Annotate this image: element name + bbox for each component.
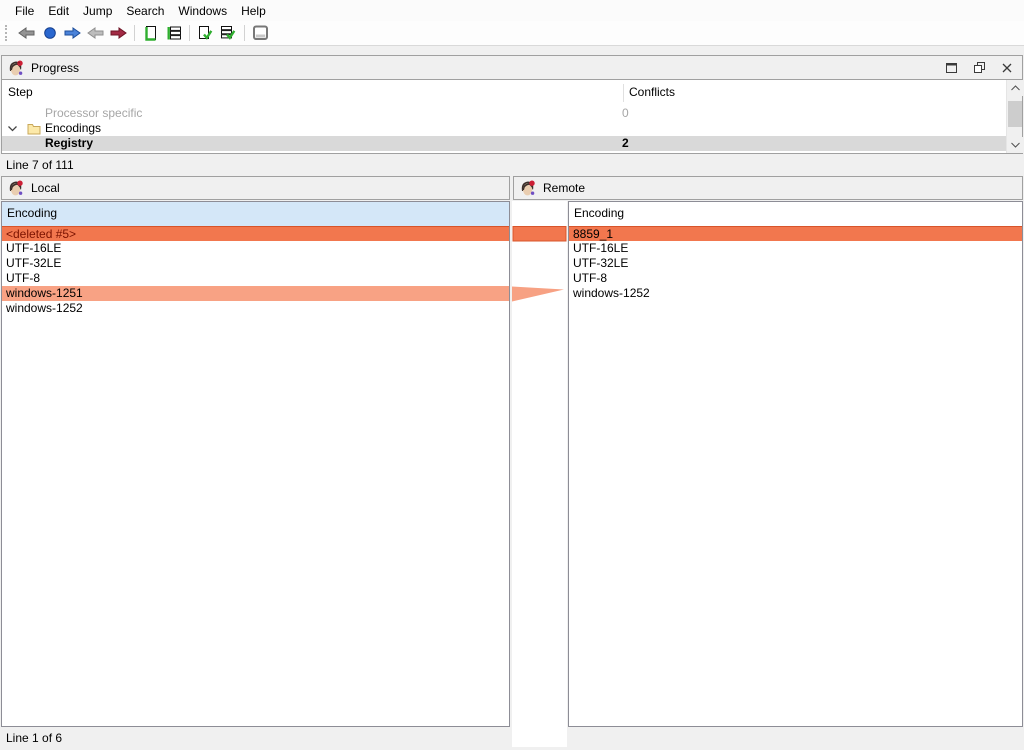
- app-face-icon: [8, 180, 24, 196]
- stack-icon: [166, 25, 182, 41]
- close-icon[interactable]: [998, 59, 1016, 77]
- step-label: Processor specific: [45, 106, 142, 121]
- scroll-up-button[interactable]: [1007, 80, 1023, 96]
- stack-button[interactable]: [162, 22, 185, 44]
- list-item-utf8[interactable]: UTF-8: [569, 271, 1022, 286]
- remote-pane: Encoding 8859_1 UTF-16LE UTF-32LE UTF-8 …: [568, 201, 1023, 727]
- remote-pane-title: Remote: [543, 181, 585, 195]
- diff-connector-graphics: [512, 201, 567, 747]
- column-conflicts[interactable]: Conflicts: [629, 85, 675, 99]
- list-item-utf32le[interactable]: UTF-32LE: [569, 256, 1022, 271]
- remote-encoding-column-header[interactable]: Encoding: [569, 202, 1022, 226]
- stop-circle-button[interactable]: [38, 22, 61, 44]
- menu-windows[interactable]: Windows: [171, 2, 234, 20]
- page-button[interactable]: [139, 22, 162, 44]
- diff-connector-strip: [512, 201, 567, 747]
- list-item-deleted-5[interactable]: <deleted #5>: [2, 226, 509, 241]
- progress-status-line: Line 7 of 111: [0, 154, 1024, 176]
- progress-panel: Progress Step Conflicts Processor specif…: [1, 55, 1023, 154]
- progress-row-registry[interactable]: Registry 2: [2, 136, 1006, 151]
- restore-button[interactable]: [970, 59, 988, 77]
- toolbar: [0, 21, 1024, 46]
- menu-file[interactable]: File: [8, 2, 41, 20]
- stack-check-icon: [220, 25, 237, 41]
- page-check-icon: [197, 25, 214, 41]
- folder-icon: [27, 122, 41, 135]
- list-item-windows1252[interactable]: windows-1252: [569, 286, 1022, 301]
- toolbar-separator: [134, 25, 135, 41]
- toolbar-grip[interactable]: [5, 25, 10, 41]
- progress-row-processor-specific[interactable]: Processor specific 0: [2, 106, 1006, 121]
- local-pane: Encoding <deleted #5> UTF-16LE UTF-32LE …: [1, 201, 510, 727]
- toolbar-separator: [189, 25, 190, 41]
- list-item-windows1251[interactable]: windows-1251: [2, 286, 509, 301]
- conflicts-value: 2: [622, 136, 629, 151]
- step-label: Encodings: [45, 121, 101, 136]
- menu-edit[interactable]: Edit: [41, 2, 76, 20]
- maximize-button[interactable]: [942, 59, 960, 77]
- local-pane-header: Local: [1, 176, 510, 200]
- forward-arrow-button[interactable]: [61, 22, 84, 44]
- app-face-icon: [520, 180, 536, 196]
- stack-check-button[interactable]: [217, 22, 240, 44]
- list-item-utf16le[interactable]: UTF-16LE: [2, 241, 509, 256]
- list-item-windows1252[interactable]: windows-1252: [2, 301, 509, 316]
- local-encoding-column-header[interactable]: Encoding: [2, 202, 509, 226]
- monitor-icon: [252, 25, 269, 41]
- menu-help[interactable]: Help: [234, 2, 273, 20]
- menu-bar: File Edit Jump Search Windows Help: [0, 0, 1024, 21]
- column-step[interactable]: Step: [8, 85, 33, 99]
- back-arrow-icon: [18, 27, 35, 39]
- progress-table-header[interactable]: Step Conflicts: [2, 80, 1022, 106]
- prev-change-arrow-icon: [87, 27, 104, 39]
- conflict-band: [513, 227, 566, 242]
- list-item-utf8[interactable]: UTF-8: [2, 271, 509, 286]
- step-label: Registry: [45, 136, 93, 151]
- progress-title: Progress: [31, 61, 79, 75]
- menu-search[interactable]: Search: [119, 2, 171, 20]
- next-conflict-arrow-icon: [110, 27, 127, 39]
- local-pane-title: Local: [31, 181, 60, 195]
- stop-circle-icon: [43, 26, 57, 40]
- progress-row-encodings[interactable]: Encodings: [2, 121, 1006, 136]
- column-separator[interactable]: [623, 84, 624, 102]
- progress-title-bar: Progress: [2, 56, 1022, 80]
- progress-table: Step Conflicts Processor specific 0 Enco…: [2, 80, 1022, 153]
- deletion-wedge: [512, 287, 564, 302]
- page-icon: [143, 25, 159, 41]
- forward-arrow-icon: [64, 27, 81, 39]
- list-item-utf32le[interactable]: UTF-32LE: [2, 256, 509, 271]
- menu-jump[interactable]: Jump: [76, 2, 119, 20]
- scrollbar-thumb[interactable]: [1008, 101, 1022, 127]
- conflicts-value: 0: [622, 106, 629, 121]
- monitor-button[interactable]: [249, 22, 272, 44]
- prev-change-button[interactable]: [84, 22, 107, 44]
- list-item-8859-1[interactable]: 8859_1: [569, 226, 1022, 241]
- toolbar-separator: [244, 25, 245, 41]
- list-item-utf16le[interactable]: UTF-16LE: [569, 241, 1022, 256]
- next-conflict-button[interactable]: [107, 22, 130, 44]
- remote-pane-header: Remote: [513, 176, 1023, 200]
- chevron-down-icon[interactable]: [7, 123, 18, 134]
- scroll-down-button[interactable]: [1007, 137, 1023, 153]
- page-check-button[interactable]: [194, 22, 217, 44]
- app-face-icon: [8, 60, 24, 76]
- progress-scrollbar[interactable]: [1006, 80, 1022, 153]
- window-buttons: [942, 59, 1016, 77]
- back-arrow-button[interactable]: [15, 22, 38, 44]
